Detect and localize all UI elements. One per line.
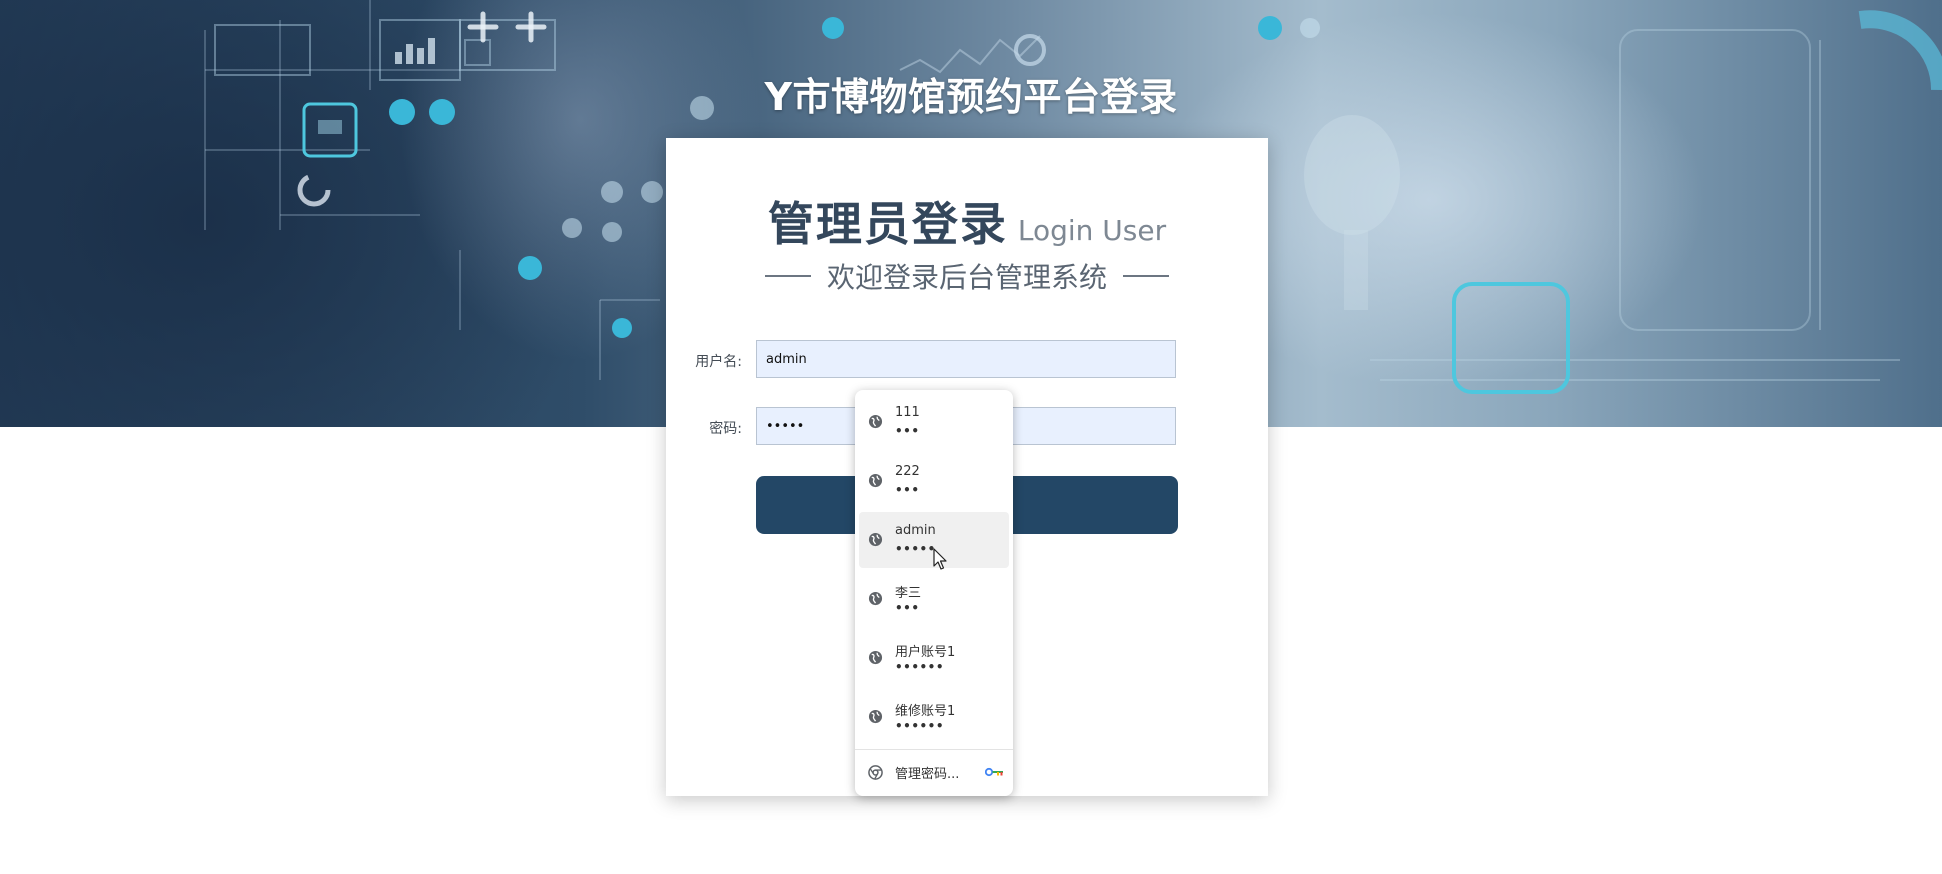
page-title: Y市博物馆预约平台登录 bbox=[764, 75, 1178, 119]
autofill-password-mask: ••• bbox=[895, 483, 920, 497]
card-subtitle-text: 欢迎登录后台管理系统 bbox=[826, 261, 1107, 294]
autofill-item[interactable]: 维修账号1 •••••• bbox=[859, 689, 1009, 745]
manage-passwords-label: 管理密码... bbox=[895, 767, 960, 782]
card-subtitle: 欢迎登录后台管理系统 bbox=[666, 256, 1268, 296]
globe-icon bbox=[868, 473, 883, 488]
globe-icon bbox=[868, 650, 883, 665]
card-heading: 管理员登录 Login User bbox=[666, 188, 1268, 254]
password-label: 密码: bbox=[709, 421, 742, 437]
username-input[interactable] bbox=[756, 340, 1176, 378]
password-autofill-dropdown: 111 ••• 222 ••• admin ••••• 李三 ••• 用户账号1… bbox=[855, 390, 1013, 796]
autofill-password-mask: ••••• bbox=[895, 542, 936, 556]
autofill-item[interactable]: 用户账号1 •••••• bbox=[859, 630, 1009, 686]
autofill-username: 维修账号1 bbox=[895, 704, 956, 719]
autofill-divider bbox=[855, 749, 1013, 750]
autofill-item[interactable]: 111 ••• bbox=[859, 394, 1009, 450]
manage-passwords-item[interactable]: 管理密码... bbox=[859, 754, 1009, 790]
autofill-password-mask: •••••• bbox=[895, 660, 945, 674]
chrome-icon bbox=[868, 765, 883, 780]
autofill-item[interactable]: 李三 ••• bbox=[859, 571, 1009, 627]
autofill-item[interactable]: 222 ••• bbox=[859, 453, 1009, 509]
mouse-cursor-icon bbox=[933, 548, 947, 570]
globe-icon bbox=[868, 414, 883, 429]
subtitle-right-divider bbox=[1123, 275, 1169, 277]
globe-icon bbox=[868, 532, 883, 547]
autofill-password-mask: ••• bbox=[895, 601, 920, 615]
globe-icon bbox=[868, 591, 883, 606]
autofill-username: admin bbox=[895, 523, 936, 538]
username-label: 用户名: bbox=[695, 354, 742, 370]
subtitle-left-divider bbox=[764, 275, 811, 277]
autofill-username: 用户账号1 bbox=[895, 645, 956, 660]
autofill-username: 222 bbox=[895, 464, 920, 479]
autofill-password-mask: ••• bbox=[895, 424, 920, 438]
key-icon bbox=[985, 767, 1003, 777]
globe-icon bbox=[868, 709, 883, 724]
autofill-password-mask: •••••• bbox=[895, 719, 945, 733]
card-heading-english: Login User bbox=[1017, 214, 1167, 247]
card-heading-main: 管理员登录 bbox=[767, 197, 1008, 251]
autofill-username: 李三 bbox=[895, 586, 922, 601]
autofill-username: 111 bbox=[895, 405, 920, 420]
